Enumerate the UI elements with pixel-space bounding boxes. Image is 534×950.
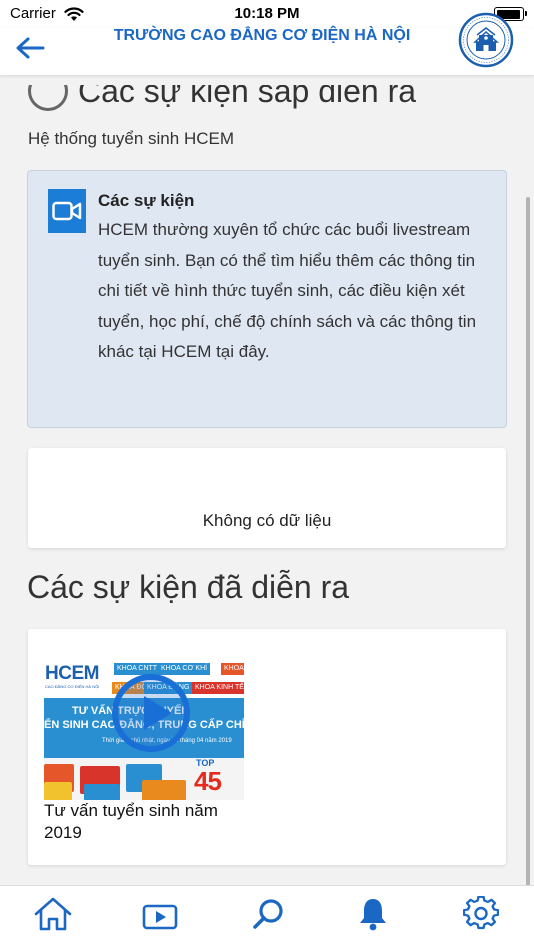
thumbnail-logo-sub: CAO ĐẲNG CƠ ĐIỆN HÀ NỘI (45, 684, 100, 689)
play-button[interactable] (112, 674, 190, 752)
upcoming-events-heading: Các sự kiện sắp diễn ra (28, 85, 416, 119)
thumbnail-tag: KHOA KINH TẾ (192, 682, 244, 694)
info-box-title: Các sự kiện (98, 191, 195, 210)
tab-notifications[interactable] (348, 896, 398, 942)
gear-icon (463, 896, 499, 930)
clock-label: 10:18 PM (234, 5, 300, 22)
upcoming-subtitle: Hệ thống tuyển sinh HCEM (28, 129, 234, 148)
upcoming-empty-card: Không có dữ liệu (28, 448, 506, 548)
play-video-icon (142, 904, 178, 930)
status-bar: Carrier 10:18 PM (0, 0, 534, 28)
tab-video[interactable] (135, 896, 185, 942)
video-thumbnail[interactable]: HCEM CAO ĐẲNG CƠ ĐIỆN HÀ NỘI KHOA CNTT K… (44, 660, 244, 800)
thumbnail-tag: KHOA (221, 663, 244, 675)
search-icon (253, 899, 283, 929)
app-screen: Carrier 10:18 PM TRƯỜNG CAO ĐẲNG CƠ ĐIỆN… (0, 0, 534, 950)
empty-state-text: Không có dữ liệu (202, 511, 332, 530)
tab-search[interactable] (243, 896, 293, 942)
past-events-heading: Các sự kiện đã diễn ra (27, 569, 350, 605)
upcoming-events-heading-text: Các sự kiện sắp diễn ra (78, 85, 417, 109)
tab-settings[interactable] (456, 896, 506, 942)
video-camera-icon (48, 189, 86, 233)
info-icon (28, 85, 68, 111)
school-seal-logo (458, 12, 514, 68)
app-header: TRƯỜNG CAO ĐẲNG CƠ ĐIỆN HÀ NỘI (0, 12, 534, 76)
page-title: TRƯỜNG CAO ĐẲNG CƠ ĐIỆN HÀ NỘI (113, 27, 411, 44)
bell-icon (360, 899, 386, 931)
scrollbar[interactable] (526, 197, 530, 885)
play-icon (144, 696, 172, 730)
home-icon (34, 897, 72, 931)
video-title[interactable]: Tư vấn tuyển sinh năm 2019 (44, 800, 254, 844)
back-button[interactable] (10, 32, 50, 64)
info-box-text: HCEM thường xuyên tổ chức các buổi lives… (98, 220, 477, 361)
past-events-card: HCEM CAO ĐẲNG CƠ ĐIỆN HÀ NỘI KHOA CNTT K… (28, 629, 506, 865)
video-item[interactable]: HCEM CAO ĐẲNG CƠ ĐIỆN HÀ NỘI KHOA CNTT K… (44, 660, 244, 844)
thumbnail-logo: HCEM (45, 663, 99, 684)
thumbnail-top-number: 45 (194, 766, 222, 796)
thumbnail-tag: KHOA CƠ KHÍ (158, 663, 211, 675)
content-area[interactable]: Các sự kiện sắp diễn ra Hệ thống tuyển s… (0, 77, 534, 885)
events-info-box: Các sự kiện HCEM thường xuyên tổ chức cá… (27, 170, 507, 428)
tab-bar (0, 885, 534, 950)
arrow-left-icon (16, 37, 45, 59)
tab-home[interactable] (28, 896, 78, 942)
